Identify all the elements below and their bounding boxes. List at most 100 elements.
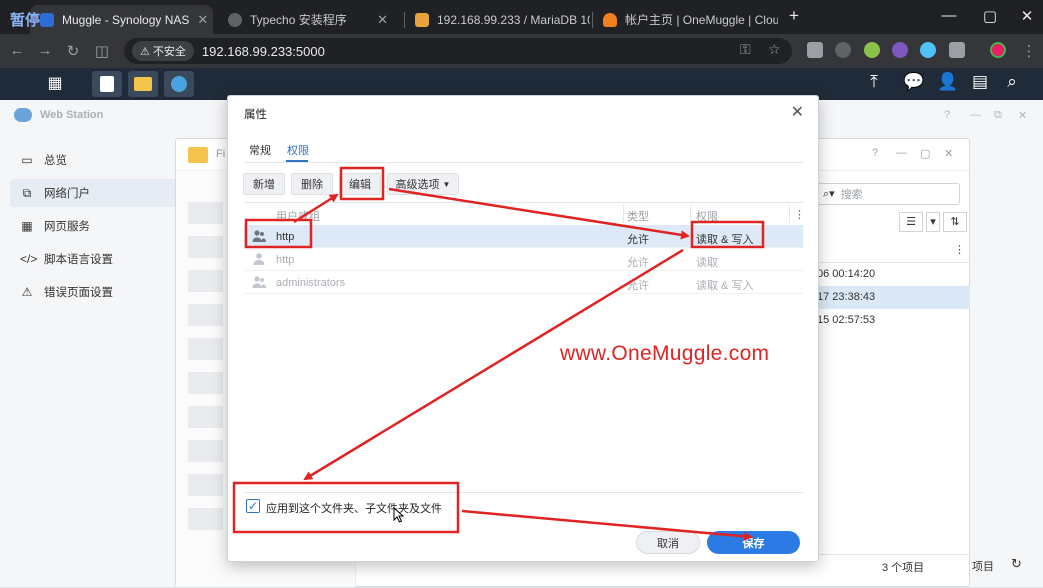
pause-badge: 暂停	[10, 12, 41, 29]
portal-icon: ⧉	[22, 185, 32, 200]
column-menu-icon[interactable]: ⋮	[954, 243, 965, 256]
user-group-icon	[252, 276, 266, 288]
chevron-down-icon[interactable]: ▾	[926, 212, 940, 232]
package-center-icon[interactable]	[92, 71, 122, 97]
close-icon[interactable]: ✕	[189, 12, 208, 28]
edit-button[interactable]: 编辑	[339, 173, 381, 195]
synology-icon	[40, 12, 54, 27]
url-field[interactable]: ⚠ 不安全 192.168.99.233:5000 ⚿ ☆	[124, 38, 792, 64]
main-menu-icon[interactable]: ▦	[40, 71, 70, 97]
profile-avatar[interactable]	[990, 42, 1006, 58]
file-station-icon[interactable]	[128, 71, 158, 97]
sidebar-item-script-language[interactable]: </> 脚本语言设置	[10, 245, 178, 273]
split-view-icon[interactable]: ◫	[93, 42, 111, 60]
close-icon[interactable]: ✕	[791, 102, 804, 122]
folder-icon	[188, 147, 208, 163]
extension-icon[interactable]	[807, 42, 823, 58]
properties-dialog: 属性 ✕ 常规 权限 新增 删除 编辑 高级选项 ▼ 用户或组 类型 权限 ⋮ …	[227, 95, 819, 562]
tab-mariadb[interactable]: 192.168.99.233 / MariaDB 10 ✕	[405, 5, 590, 34]
restore-icon[interactable]: ⧉	[994, 109, 1002, 122]
chevron-down-icon: ▼	[442, 179, 451, 189]
tab-label: Muggle - Synology NAS	[62, 12, 190, 27]
new-tab-button[interactable]: +	[784, 6, 804, 26]
advanced-options-button[interactable]: 高级选项 ▼	[387, 173, 459, 195]
item-count: 3 个项目	[882, 562, 925, 574]
close-icon[interactable]: ✕	[369, 12, 388, 28]
search-icon[interactable]: ⌕	[1000, 72, 1024, 92]
web-station-icon[interactable]	[164, 71, 194, 97]
extension-icon[interactable]	[920, 42, 936, 58]
list-view-icon[interactable]: ☰	[899, 212, 923, 232]
column-menu-icon[interactable]: ⋮	[794, 203, 805, 225]
refresh-icon[interactable]: ↻	[1011, 556, 1022, 572]
minimize-icon[interactable]: —	[939, 7, 959, 24]
tab-permissions[interactable]: 权限	[287, 142, 309, 158]
column-permission[interactable]: 权限	[696, 203, 718, 225]
key-icon[interactable]: ⚿	[740, 41, 751, 58]
back-icon[interactable]: ←	[8, 42, 26, 59]
monitor-icon: ▭	[21, 153, 33, 167]
apply-subfolders-checkbox[interactable]: ✓	[246, 499, 260, 513]
widgets-icon[interactable]: ▤	[968, 72, 992, 92]
sidebar-item-overview[interactable]: ▭ 总览	[10, 146, 178, 174]
tab-synology[interactable]: Muggle - Synology NAS ✕	[30, 5, 213, 34]
tab-general[interactable]: 常规	[249, 142, 271, 158]
phpmyadmin-icon	[415, 12, 429, 27]
table-row[interactable]: administrators 允许 读取 & 写入	[244, 271, 803, 294]
table-footer-line	[244, 492, 803, 493]
sidebar-item-web-service[interactable]: ▦ 网页服务	[10, 212, 178, 240]
column-type[interactable]: 类型	[627, 203, 649, 225]
tab-typecho[interactable]: Typecho 安装程序 ✕	[218, 5, 398, 34]
column-user[interactable]: 用户或组	[276, 203, 320, 225]
user-icon	[253, 253, 265, 265]
browser-tab-bar: 暂停 Muggle - Synology NAS ✕ Typecho 安装程序 …	[0, 0, 1043, 34]
puzzle-icon[interactable]	[949, 42, 965, 58]
tab-label: 192.168.99.233 / MariaDB 10	[437, 12, 590, 27]
close-icon[interactable]: ✕	[944, 147, 953, 160]
cloudflare-icon	[603, 12, 617, 27]
tab-cloudflare[interactable]: 帐户主页 | OneMuggle | Cloud ✕	[593, 5, 778, 34]
minimize-icon[interactable]: —	[896, 147, 907, 159]
sidebar-item-web-portal[interactable]: ⧉ 网络门户	[10, 179, 178, 207]
apply-subfolders-label: 应用到这个文件夹、子文件夹及文件	[266, 503, 442, 515]
maximize-icon[interactable]: ▢	[980, 7, 1000, 25]
save-button[interactable]: 保存	[707, 531, 800, 554]
url-text: 192.168.99.233:5000	[201, 43, 325, 59]
delete-button[interactable]: 删除	[291, 173, 333, 195]
table-row[interactable]: http 允许 读取 & 写入	[244, 225, 803, 248]
close-window-icon[interactable]: ✕	[1017, 7, 1037, 25]
user-group-icon	[252, 230, 266, 242]
tab-divider	[244, 162, 803, 163]
user-icon[interactable]: 👤	[936, 72, 960, 92]
item-count-label: 项目	[972, 561, 994, 573]
help-icon[interactable]: ?	[944, 109, 950, 121]
close-icon[interactable]: ✕	[1018, 109, 1027, 122]
extension-icon[interactable]	[864, 42, 880, 58]
maximize-icon[interactable]: ▢	[920, 147, 930, 160]
table-row[interactable]: http 允许 读取	[244, 248, 803, 271]
web-station-logo-icon	[14, 108, 32, 122]
chat-icon[interactable]: 💬	[902, 72, 926, 92]
view-tools: ☰ ▾ ⇅	[896, 212, 967, 232]
address-bar: ← → ↻ ◫ ⚠ 不安全 192.168.99.233:5000 ⚿ ☆ ⋮	[0, 34, 1043, 68]
search-input[interactable]: ⌕▾ 搜索	[816, 183, 960, 205]
extension-icon[interactable]	[835, 42, 851, 58]
sidebar-item-error-page[interactable]: ⚠ 错误页面设置	[10, 278, 178, 306]
mouse-cursor-icon	[393, 507, 405, 523]
insecure-badge[interactable]: ⚠ 不安全	[132, 41, 194, 61]
tab-label: Typecho 安装程序	[250, 13, 347, 27]
help-icon[interactable]: ?	[872, 147, 878, 159]
search-icon: ⌕▾	[823, 188, 835, 200]
minimize-icon[interactable]: —	[970, 109, 981, 121]
star-icon[interactable]: ☆	[768, 41, 781, 58]
reload-icon[interactable]: ↻	[64, 42, 82, 60]
menu-icon[interactable]: ⋮	[1020, 42, 1038, 60]
sort-icon[interactable]: ⇅	[943, 212, 967, 232]
code-icon: </>	[20, 252, 38, 266]
forward-icon[interactable]: →	[36, 42, 54, 59]
cancel-button[interactable]: 取消	[636, 531, 700, 554]
add-button[interactable]: 新增	[243, 173, 285, 195]
upload-icon[interactable]: ⤒	[862, 72, 886, 92]
globe-icon	[228, 12, 242, 27]
extension-icon[interactable]	[892, 42, 908, 58]
